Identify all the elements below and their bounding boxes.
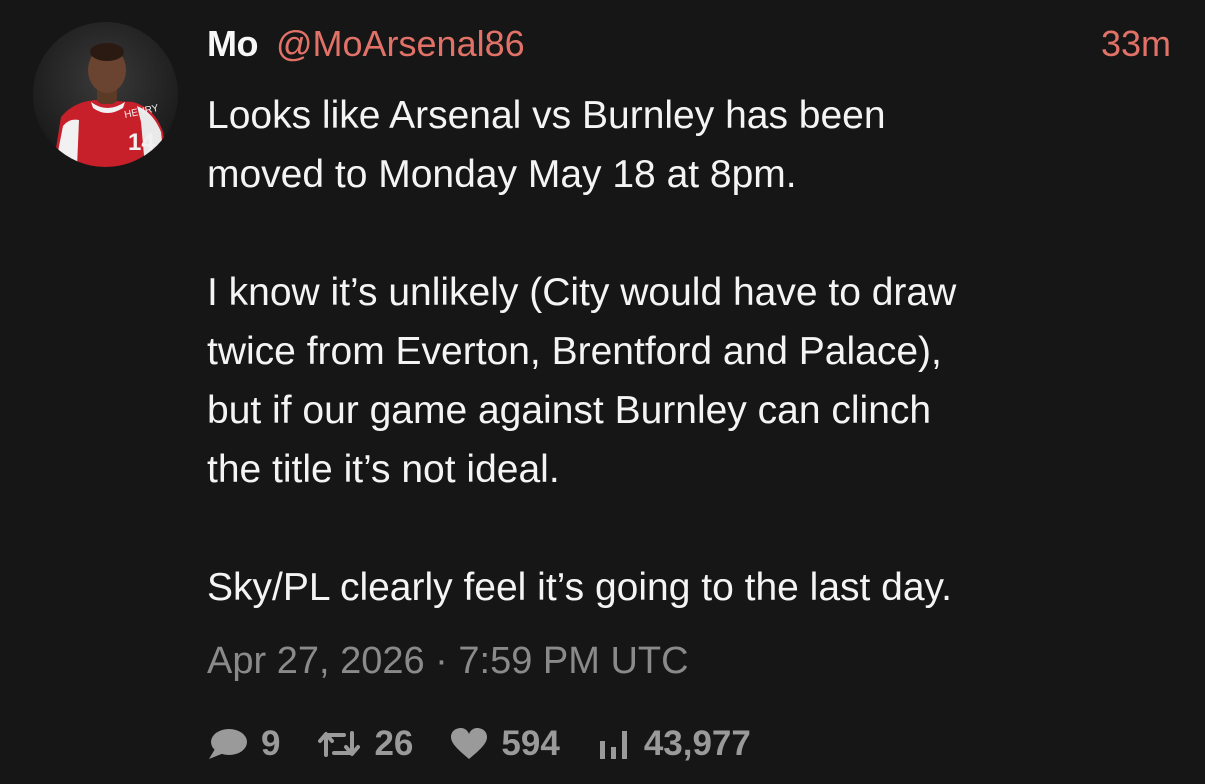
paragraph: I know it’s unlikely (City would have to… [207,263,1167,499]
avatar-image: HENRY 14 [33,22,178,167]
paragraph: Looks like Arsenal vs Burnley has been m… [207,86,1167,204]
retweet-count: 26 [374,724,414,763]
avatar-jersey-number: 14 [128,129,155,156]
reply-count: 9 [261,724,281,763]
tweet-header: Mo @MoArsenal86 33m [207,22,1171,66]
text-line: moved to Monday May 18 at 8pm. [207,153,797,196]
bar-chart-icon [596,727,632,761]
reply-button[interactable]: 9 [207,724,280,764]
tweet-text: Looks like Arsenal vs Burnley has been m… [207,86,1167,617]
like-button[interactable]: 594 [449,724,560,764]
user-handle[interactable]: @MoArsenal86 [276,23,525,65]
display-name[interactable]: Mo [207,23,258,65]
engagement-bar: 9 26 594 43,977 [207,718,787,770]
retweet-icon [316,727,362,761]
tweet-card: HENRY 14 Mo @MoArsenal86 33m Looks like … [0,0,1205,784]
views-count: 43,977 [643,724,751,763]
paragraph: Sky/PL clearly feel it’s going to the la… [207,558,1167,617]
text-line: but if our game against Burnley can clin… [207,389,932,432]
tweet-timestamp[interactable]: Apr 27, 2026 · 7:59 PM UTC [207,640,689,683]
retweet-button[interactable]: 26 [316,724,413,764]
text-line: Looks like Arsenal vs Burnley has been [207,94,886,137]
text-line: I know it’s unlikely (City would have to… [207,271,957,314]
speech-bubble-icon [207,727,249,761]
avatar[interactable]: HENRY 14 [33,22,178,167]
text-line: the title it’s not ideal. [207,448,560,491]
text-line: twice from Everton, Brentford and Palace… [207,330,942,373]
text-line: Sky/PL clearly feel it’s going to the la… [207,566,952,609]
heart-icon [449,727,489,761]
views-button[interactable]: 43,977 [596,724,751,764]
time-ago[interactable]: 33m [1101,23,1171,65]
like-count: 594 [501,724,560,763]
